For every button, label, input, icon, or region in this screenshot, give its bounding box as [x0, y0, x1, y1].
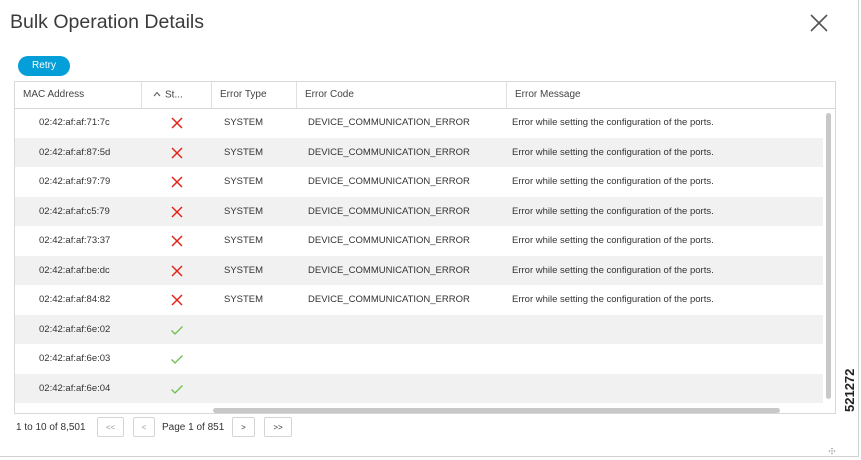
figure-id: 521272 [842, 368, 857, 412]
error-type-cell: SYSTEM [224, 205, 264, 217]
column-header-error-message[interactable]: Error Message [507, 82, 835, 108]
table-header: MAC Address St... Error Type Error Code … [15, 82, 835, 109]
mac-address-cell: 02:42:af:af:be:dc [39, 264, 110, 276]
mac-address-cell: 02:42:af:af:73:37 [39, 235, 111, 246]
mac-address-cell: 02:42:af:af:87:5d [39, 146, 111, 158]
error-message-cell: Error while setting the configuration of… [512, 294, 714, 305]
vertical-scrollbar[interactable] [826, 113, 831, 399]
error-code-cell: DEVICE_COMMUNICATION_ERROR [308, 235, 470, 246]
error-type-cell: SYSTEM [224, 264, 264, 276]
table-row[interactable]: 02:42:af:af:be:dc SYSTEM DEVICE_COMMUNICAT… [15, 255, 823, 286]
x-icon [170, 108, 184, 138]
column-header-error-code[interactable]: Error Code [297, 82, 507, 108]
dialog-title: Bulk Operation Details [10, 11, 205, 33]
error-type-cell: SYSTEM [224, 294, 264, 305]
last-page-button[interactable]: >> [264, 417, 292, 437]
table-row[interactable]: 02:42:af:af:87:5d SYSTEM DEVICE_COMMUNICAT… [15, 137, 823, 168]
error-code-cell: DEVICE_COMMUNICATION_ERROR [308, 264, 470, 276]
first-page-button[interactable]: << [97, 417, 124, 437]
pagination-range: 1 to 10 of 8,501 [16, 422, 86, 433]
error-message-cell: Error while setting the configuration of… [512, 264, 714, 276]
mac-address-cell: 02:42:af:af:c5:79 [39, 205, 110, 217]
retry-button[interactable]: Retry [18, 56, 70, 76]
check-icon [170, 315, 184, 345]
table-row[interactable]: 02:42:af:af:97:79 SYSTEM DEVICE_COMMUNICAT… [15, 167, 823, 197]
mac-address-cell: 02:42:af:af:97:79 [39, 176, 111, 187]
operation-table: MAC Address St... Error Type Error Code … [14, 81, 836, 414]
sort-ascending-icon [153, 82, 161, 108]
mac-address-cell: 02:42:af:af:71:7c [39, 117, 110, 128]
table-row[interactable]: 02:42:af:af:6e:04 [15, 373, 823, 404]
table-row[interactable]: 02:42:af:af:84:82 SYSTEM DEVICE_COMMUNICAT… [15, 285, 823, 315]
table-body: 02:42:af:af:71:7c SYSTEM DEVICE_COMMUNICAT… [15, 108, 823, 404]
x-icon [170, 226, 184, 256]
error-message-cell: Error while setting the configuration of… [512, 235, 714, 246]
next-page-button[interactable]: > [232, 417, 255, 437]
close-button[interactable] [808, 12, 830, 34]
column-header-mac-address[interactable]: MAC Address [15, 82, 142, 108]
x-icon [170, 285, 184, 315]
table-row[interactable]: 02:42:af:af:6e:03 [15, 344, 823, 374]
close-icon [810, 14, 828, 32]
check-icon [170, 344, 184, 374]
table-row[interactable]: 02:42:af:af:71:7c SYSTEM DEVICE_COMMUNICAT… [15, 108, 823, 138]
table-row[interactable]: 02:42:af:af:c5:79 SYSTEM DEVICE_COMMUNICAT… [15, 196, 823, 227]
x-icon [170, 256, 184, 286]
mac-address-cell: 02:42:af:af:6e:03 [39, 353, 111, 364]
error-message-cell: Error while setting the configuration of… [512, 146, 714, 158]
error-code-cell: DEVICE_COMMUNICATION_ERROR [308, 146, 470, 158]
x-icon [170, 167, 184, 197]
column-header-label: St... [165, 89, 183, 101]
check-icon [170, 374, 184, 404]
mac-address-cell: 02:42:af:af:84:82 [39, 294, 111, 305]
error-type-cell: SYSTEM [224, 235, 264, 246]
error-code-cell: DEVICE_COMMUNICATION_ERROR [308, 205, 470, 217]
error-type-cell: SYSTEM [224, 176, 264, 187]
column-header-label: Error Message [515, 89, 581, 100]
mac-address-cell: 02:42:af:af:6e:04 [39, 382, 111, 394]
mac-address-cell: 02:42:af:af:6e:02 [39, 323, 111, 335]
error-message-cell: Error while setting the configuration of… [512, 205, 714, 217]
error-type-cell: SYSTEM [224, 146, 264, 158]
table-row[interactable]: 02:42:af:af:6e:02 [15, 314, 823, 345]
horizontal-scrollbar[interactable] [213, 408, 780, 413]
column-header-status[interactable]: St... [142, 82, 212, 108]
x-icon [170, 138, 184, 168]
previous-page-button[interactable]: < [133, 417, 155, 437]
table-row[interactable]: 02:42:af:af:73:37 SYSTEM DEVICE_COMMUNICAT… [15, 226, 823, 256]
error-code-cell: DEVICE_COMMUNICATION_ERROR [308, 176, 470, 187]
bulk-operation-dialog: Bulk Operation Details Retry MAC Address… [0, 0, 859, 457]
column-header-error-type[interactable]: Error Type [212, 82, 297, 108]
page-indicator: Page 1 of 851 [162, 422, 225, 433]
error-message-cell: Error while setting the configuration of… [512, 117, 714, 128]
error-message-cell: Error while setting the configuration of… [512, 176, 714, 187]
column-header-label: MAC Address [23, 89, 85, 100]
column-header-label: Error Type [220, 89, 267, 100]
error-type-cell: SYSTEM [224, 117, 264, 128]
column-header-label: Error Code [305, 89, 354, 100]
error-code-cell: DEVICE_COMMUNICATION_ERROR [308, 117, 470, 128]
x-icon [170, 197, 184, 227]
resize-handle-icon[interactable] [828, 447, 836, 457]
error-code-cell: DEVICE_COMMUNICATION_ERROR [308, 294, 470, 305]
